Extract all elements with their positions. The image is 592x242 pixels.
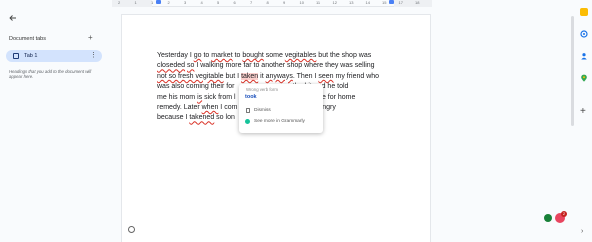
ruler-tick-label: 1 — [134, 0, 137, 5]
suggestion-category: Wrong verb form — [246, 87, 278, 92]
grammarly-suggestion-card: Wrong verb form took Dismiss See more in… — [239, 84, 323, 133]
grammar-error-mark[interactable]: anyways — [266, 73, 293, 80]
grammar-error-mark[interactable]: vegitables — [285, 52, 317, 59]
get-add-ons-button[interactable]: + — [580, 107, 586, 117]
tab-options-icon[interactable]: ⋮ — [90, 52, 97, 60]
grammar-error-mark[interactable]: bought — [242, 52, 263, 59]
ruler-tick-label: 1 — [151, 0, 154, 5]
grammar-error-mark[interactable]: market — [211, 52, 232, 59]
text-run: remedy. Later — [157, 104, 202, 112]
grammar-error-mark[interactable]: go — [194, 52, 202, 59]
ruler-tick-label: 3 — [184, 0, 187, 5]
text-run: me his mom — [157, 93, 198, 101]
ruler-tick-label: 18 — [415, 0, 420, 5]
text-run: . Then I — [292, 72, 319, 80]
text-run: but I — [223, 72, 242, 80]
ruler-tick-label: 14 — [365, 0, 370, 5]
tab-label: Tab 1 — [24, 52, 38, 59]
ruler-tick-label: 8 — [266, 0, 269, 5]
text-run: was also coming their for — [157, 83, 235, 91]
ruler-tick-label: 11 — [316, 0, 321, 5]
ruler-tick-label: 2 — [167, 0, 170, 5]
text-run: Yesterday I — [157, 52, 194, 59]
ruler-tick-label: 17 — [398, 0, 403, 5]
add-tab-button[interactable]: + — [88, 33, 93, 43]
grammar-error-mark[interactable]: closeded — [157, 62, 185, 69]
ruler-tick-label: 12 — [332, 0, 337, 5]
grammar-error-mark[interactable]: taken — [241, 72, 259, 80]
tab-item-tab-1[interactable]: Tab 1 ⋮ — [6, 50, 102, 62]
document-line[interactable]: Yesterday I go to market to bought some … — [157, 51, 403, 61]
ruler-tick-label: 13 — [349, 0, 354, 5]
text-run: some — [263, 52, 285, 59]
grammarly-icon — [245, 119, 250, 124]
text-run: to — [232, 52, 243, 59]
ruler-tick-label: 10 — [299, 0, 304, 5]
suggestion-replacement[interactable]: took — [245, 94, 257, 100]
arrow-back-icon[interactable] — [8, 13, 18, 23]
headings-hint: Headings that you add to the document wi… — [9, 69, 92, 80]
text-run: to — [201, 52, 212, 59]
document-tab-icon — [13, 53, 19, 59]
text-run: it — [258, 72, 266, 80]
hide-side-panel-button[interactable]: › — [581, 228, 583, 235]
text-run: because I — [157, 114, 190, 122]
grammar-error-mark[interactable]: when — [202, 104, 219, 111]
text-run: but the shop was — [316, 52, 372, 59]
maps-icon[interactable] — [580, 74, 588, 82]
text-run: I com — [218, 104, 238, 112]
grammar-error-mark[interactable]: not so fresh vegitable — [157, 73, 224, 80]
ruler-tick-label: 5 — [217, 0, 220, 5]
trash-icon — [246, 108, 250, 113]
keep-icon[interactable] — [580, 30, 588, 38]
document-tabs-title: Document tabs — [9, 36, 46, 42]
text-run: so lon — [214, 114, 235, 122]
ruler-tick-label: 2 — [118, 0, 121, 5]
calendar-icon[interactable] — [580, 8, 588, 16]
document-line[interactable]: closeded so I walking more far to anothe… — [157, 61, 403, 71]
dismiss-button[interactable]: Dismiss — [254, 108, 271, 113]
document-line[interactable]: not so fresh vegitable but I taken it an… — [157, 72, 403, 82]
grammar-error-mark[interactable]: takened — [189, 114, 214, 121]
grammarly-alert-count: 2 — [561, 211, 567, 217]
ruler-tick-label: 4 — [200, 0, 203, 5]
scrollbar[interactable] — [571, 16, 574, 126]
grammar-error-mark[interactable]: seen — [318, 73, 333, 80]
ruler-tick-label: 7 — [250, 0, 253, 5]
indent-marker-left[interactable] — [156, 0, 161, 4]
ruler[interactable]: 2 1 1 2 3 4 5 6 7 8 9 10 11 12 13 14 15 17 18 — [112, 0, 432, 7]
text-run: my friend who — [333, 72, 380, 80]
contacts-icon[interactable] — [580, 52, 588, 60]
explore-icon[interactable] — [128, 226, 135, 233]
indent-marker-right[interactable] — [389, 0, 394, 4]
text-run: I walking more far to another shop where… — [194, 62, 375, 70]
ruler-tick-label: 15 — [382, 0, 387, 5]
see-more-in-grammarly-link[interactable]: See more in Grammarly — [254, 119, 305, 124]
ruler-tick-label: 6 — [233, 0, 236, 5]
extension-icon[interactable] — [544, 214, 552, 222]
ruler-tick-label: 9 — [283, 0, 286, 5]
text-run: sick from l — [202, 93, 236, 101]
